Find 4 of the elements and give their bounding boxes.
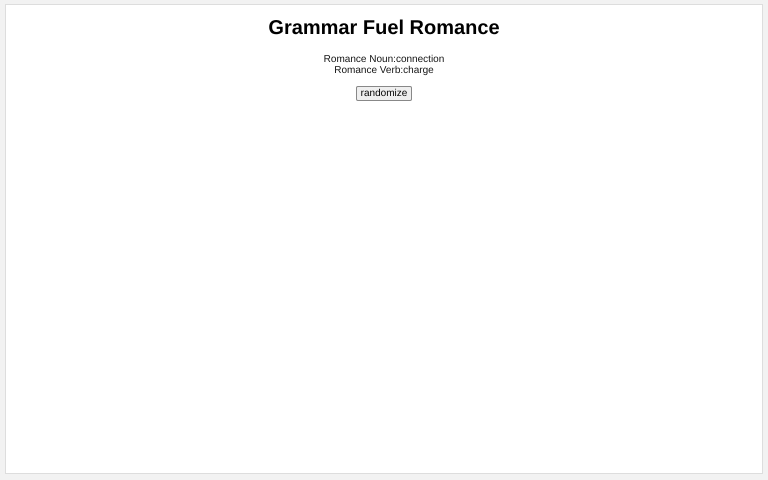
page-title: Grammar Fuel Romance xyxy=(268,17,500,40)
word-line: Romance Noun:connection xyxy=(324,54,444,65)
word-line: Romance Verb:charge xyxy=(334,65,434,76)
randomize-button[interactable]: randomize xyxy=(356,86,412,101)
